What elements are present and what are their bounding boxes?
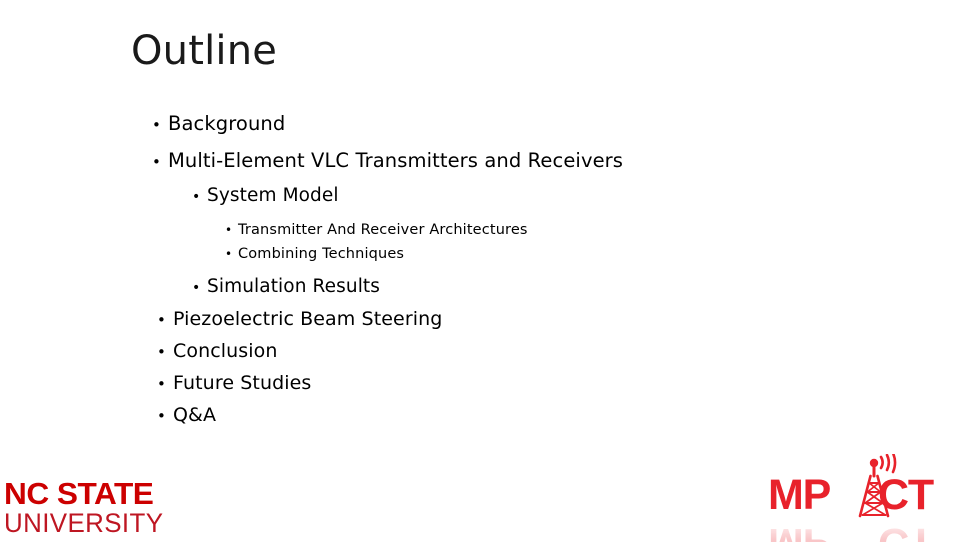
presentation-slide: Outline • Background • Multi-Element VLC… xyxy=(0,0,960,542)
slide-title: Outline xyxy=(131,28,278,74)
outline-item-simulation-results: • Simulation Results xyxy=(0,271,960,304)
outline-item-label: Future Studies xyxy=(173,372,312,394)
outline-item-transmitter-receiver-architectures: • Transmitter And Receiver Architectures xyxy=(0,218,960,242)
nc-state-wordmark-line1: NC STATE xyxy=(4,476,154,511)
outline-item-label: Transmitter And Receiver Architectures xyxy=(238,222,528,238)
outline-item-label: Piezoelectric Beam Steering xyxy=(173,308,443,330)
mpact-reflection-right: CT xyxy=(878,519,933,542)
mpact-wordmark-left: MP xyxy=(768,471,831,519)
bullet-dot-icon: • xyxy=(152,153,161,171)
bullet-dot-icon: • xyxy=(225,247,233,261)
mpact-reflection-left: MP xyxy=(768,519,830,542)
bullet-dot-icon: • xyxy=(152,116,161,134)
outline-item-label: Background xyxy=(168,112,286,135)
outline-item-label: Q&A xyxy=(173,404,217,426)
outline-item-qa: • Q&A xyxy=(0,400,960,432)
bullet-dot-icon: • xyxy=(157,311,166,329)
outline-item-label: Conclusion xyxy=(173,340,278,362)
outline-item-label: Simulation Results xyxy=(207,276,381,297)
nc-state-wordmark-line2: UNIVERSITY xyxy=(4,508,164,538)
mpact-wordmark: MP CT xyxy=(758,454,958,519)
bullet-dot-icon: • xyxy=(192,189,201,205)
outline-item-label: Combining Techniques xyxy=(238,246,405,262)
bullet-dot-icon: • xyxy=(157,407,166,425)
outline-item-label: Multi-Element VLC Transmitters and Recei… xyxy=(168,149,624,172)
mpact-logo: MP CT xyxy=(758,450,958,542)
antenna-tower-icon xyxy=(858,454,897,518)
bullet-dot-icon: • xyxy=(157,375,166,393)
bullet-dot-icon: • xyxy=(192,280,201,296)
outline-item-piezoelectric-beam-steering: • Piezoelectric Beam Steering xyxy=(0,304,960,336)
outline-list: • Background • Multi-Element VLC Transmi… xyxy=(0,106,960,432)
nc-state-university-logo: NC STATE UNIVERSITY xyxy=(4,476,164,538)
outline-item-future-studies: • Future Studies xyxy=(0,368,960,400)
outline-item-system-model: • System Model xyxy=(0,180,960,213)
outline-item-label: System Model xyxy=(207,185,339,206)
mpact-logo-reflection: MP CT xyxy=(758,516,958,542)
outline-item-combining-techniques: • Combining Techniques xyxy=(0,242,960,266)
outline-item-background: • Background xyxy=(0,106,960,143)
bullet-dot-icon: • xyxy=(157,343,166,361)
bullet-dot-icon: • xyxy=(225,223,233,237)
outline-item-conclusion: • Conclusion xyxy=(0,336,960,368)
outline-item-multi-element: • Multi-Element VLC Transmitters and Rec… xyxy=(0,143,960,180)
